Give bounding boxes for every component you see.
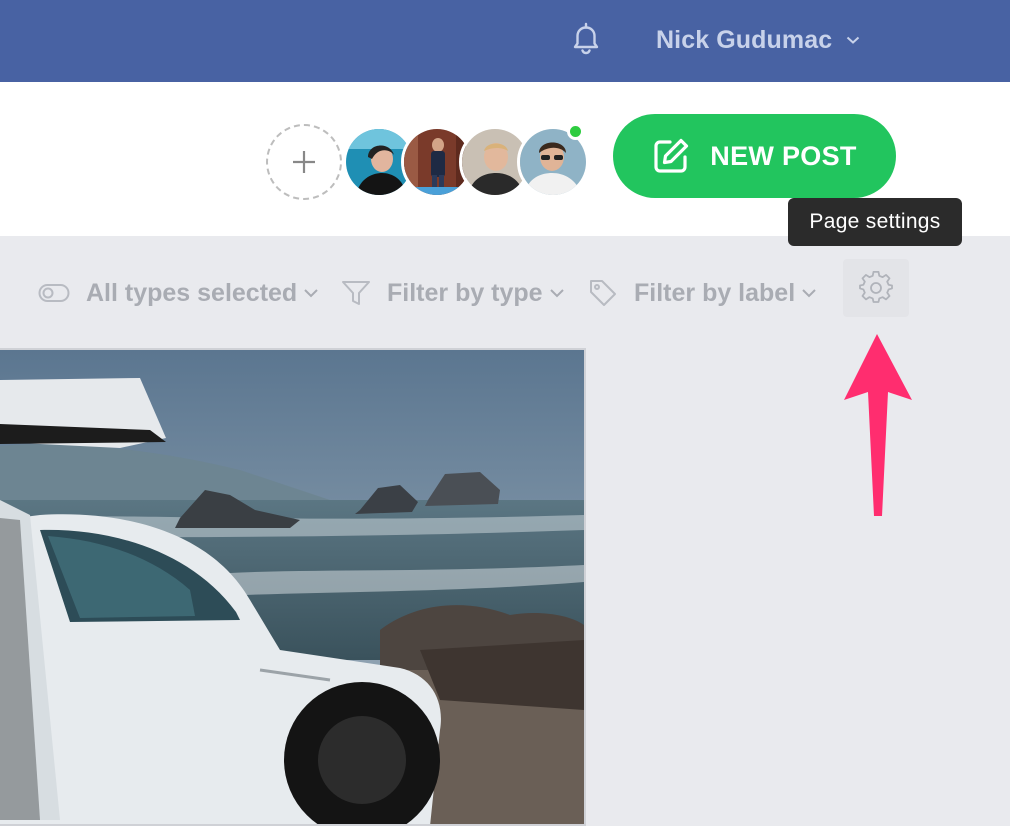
chevron-down-icon xyxy=(847,36,860,44)
tag-icon xyxy=(590,280,616,306)
filter-by-type[interactable]: Filter by type xyxy=(341,274,565,312)
filter-by-label[interactable]: Filter by label xyxy=(588,274,817,312)
new-post-button[interactable]: NEW POST xyxy=(613,114,896,198)
bell-icon xyxy=(573,22,599,55)
filter-by-label-label: Filter by label xyxy=(634,278,796,307)
toggle-icon xyxy=(38,284,70,302)
page-settings-button[interactable] xyxy=(843,259,909,317)
online-status-indicator xyxy=(567,123,584,140)
page-settings-tooltip: Page settings xyxy=(788,198,962,246)
add-member-button[interactable] xyxy=(266,124,342,200)
plus-icon xyxy=(293,151,315,173)
types-selector-label: All types selected xyxy=(86,278,298,307)
funnel-icon xyxy=(342,281,370,305)
filter-by-type-label: Filter by type xyxy=(387,278,543,307)
user-name: Nick Gudumac xyxy=(656,25,833,54)
new-post-label: NEW POST xyxy=(710,140,857,171)
gear-icon xyxy=(859,271,893,303)
post-photo xyxy=(0,350,584,824)
user-menu[interactable]: Nick Gudumac xyxy=(656,24,860,56)
chevron-down-icon xyxy=(802,289,816,298)
chevron-down-icon xyxy=(304,289,318,298)
notifications-button[interactable] xyxy=(566,19,606,59)
chevron-down-icon xyxy=(549,289,564,298)
annotation-arrow xyxy=(844,334,912,516)
types-selector[interactable]: All types selected xyxy=(38,274,319,312)
post-image[interactable] xyxy=(0,348,586,826)
edit-icon xyxy=(654,138,689,173)
